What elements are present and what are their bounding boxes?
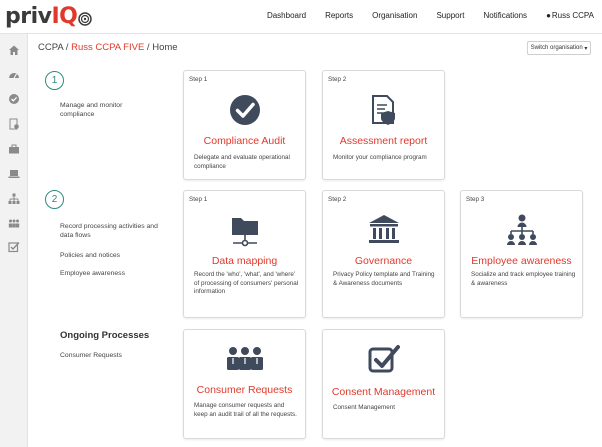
card-compliance-audit[interactable]: Step 1 Compliance Audit Delegate and eva… bbox=[183, 70, 306, 180]
breadcrumb-current-page: Home bbox=[152, 42, 178, 53]
section-number-badge: 1 bbox=[45, 71, 64, 90]
nav-user-menu[interactable]: ●Russ CCPA bbox=[546, 11, 594, 20]
check-circle-icon[interactable] bbox=[8, 93, 20, 105]
main-nav: Dashboard Reports Organisation Support N… bbox=[248, 11, 594, 20]
card-title: Employee awareness bbox=[471, 255, 572, 267]
card-step-label: Step 2 bbox=[328, 76, 347, 83]
folder-network-icon bbox=[184, 213, 305, 247]
section2-item: Policies and notices bbox=[60, 252, 121, 259]
briefcase-icon[interactable] bbox=[8, 143, 20, 155]
breadcrumb-separator: / bbox=[63, 42, 72, 53]
document-settings-icon[interactable] bbox=[8, 118, 20, 130]
switch-organisation-label: Switch organisation bbox=[530, 45, 583, 51]
bank-building-icon bbox=[323, 213, 444, 247]
dashboard-gauge-icon[interactable] bbox=[8, 69, 20, 81]
nav-organisation[interactable]: Organisation bbox=[372, 11, 417, 20]
card-step-label: Step 3 bbox=[466, 196, 485, 203]
card-description: Socialize and track employee training & … bbox=[471, 271, 576, 287]
card-title: Assessment report bbox=[339, 135, 428, 147]
card-title: Consumer Requests bbox=[196, 384, 293, 396]
left-sidebar bbox=[0, 34, 28, 447]
ongoing-item: Consumer Requests bbox=[60, 352, 122, 359]
card-description: Delegate and evaluate operational compli… bbox=[194, 154, 290, 170]
card-data-mapping[interactable]: Step 1 Data mapping Record the 'who', 'w… bbox=[183, 190, 306, 318]
card-title: Compliance Audit bbox=[203, 135, 286, 147]
card-description: Consent Management bbox=[333, 404, 395, 411]
users-group-icon[interactable] bbox=[8, 217, 20, 229]
people-group-icon bbox=[184, 346, 305, 372]
card-description: Manage consumer requests and keep an aud… bbox=[194, 402, 297, 418]
card-title: Governance bbox=[354, 255, 413, 267]
user-name: Russ CCPA bbox=[551, 11, 594, 20]
checked-box-icon bbox=[323, 344, 444, 374]
report-shield-icon bbox=[323, 93, 444, 127]
card-step-label: Step 1 bbox=[189, 196, 208, 203]
card-description: Monitor your compliance program bbox=[333, 154, 427, 161]
section1-description: Manage and monitor compliance bbox=[60, 102, 123, 118]
laptop-icon[interactable] bbox=[8, 168, 20, 180]
section2-item: Employee awareness bbox=[60, 270, 125, 277]
card-consent-management[interactable]: Consent Management Consent Management bbox=[322, 329, 445, 439]
nav-notifications[interactable]: Notifications bbox=[483, 11, 527, 20]
org-hierarchy-icon bbox=[461, 213, 582, 247]
logo-accent-text: IQ bbox=[51, 4, 78, 29]
section-number-badge: 2 bbox=[45, 190, 64, 209]
privacy-logo[interactable]: privIQ bbox=[5, 4, 93, 32]
check-badge-icon bbox=[184, 93, 305, 127]
checkbox-icon[interactable] bbox=[8, 241, 20, 253]
breadcrumb-organisation[interactable]: Russ CCPA FIVE bbox=[71, 42, 144, 53]
card-employee-awareness[interactable]: Step 3 Employee awareness Socialize and … bbox=[460, 190, 583, 318]
card-step-label: Step 2 bbox=[328, 196, 347, 203]
home-icon[interactable] bbox=[8, 44, 20, 56]
top-navigation-bar: privIQ Dashboard Reports Organisation Su… bbox=[0, 0, 602, 34]
logo-text: priv bbox=[5, 4, 52, 29]
card-description: Privacy Policy template and Training & A… bbox=[333, 271, 435, 287]
caret-down-icon: ▾ bbox=[584, 45, 588, 52]
switch-organisation-dropdown[interactable]: Switch organisation ▾ bbox=[527, 41, 591, 55]
section2-item: Record processing activities and data fl… bbox=[60, 223, 158, 239]
user-icon: ● bbox=[546, 11, 551, 20]
card-title: Consent Management bbox=[331, 386, 436, 398]
card-title: Data mapping bbox=[211, 255, 278, 267]
breadcrumb: CCPA / Russ CCPA FIVE / Home bbox=[38, 42, 178, 53]
org-chart-icon[interactable] bbox=[8, 193, 20, 205]
nav-dashboard[interactable]: Dashboard bbox=[267, 11, 306, 20]
card-step-label: Step 1 bbox=[189, 76, 208, 83]
breadcrumb-root[interactable]: CCPA bbox=[38, 42, 63, 53]
nav-reports[interactable]: Reports bbox=[325, 11, 353, 20]
logo-swirl-icon bbox=[78, 7, 93, 32]
card-consumer-requests[interactable]: Consumer Requests Manage consumer reques… bbox=[183, 329, 306, 439]
card-assessment-report[interactable]: Step 2 Assessment report Monitor your co… bbox=[322, 70, 445, 180]
ongoing-processes-heading: Ongoing Processes bbox=[60, 330, 150, 341]
card-governance[interactable]: Step 2 Governance Privacy Policy templat… bbox=[322, 190, 445, 318]
card-description: Record the 'who', 'what', and 'where' of… bbox=[194, 271, 299, 296]
nav-support[interactable]: Support bbox=[436, 11, 464, 20]
